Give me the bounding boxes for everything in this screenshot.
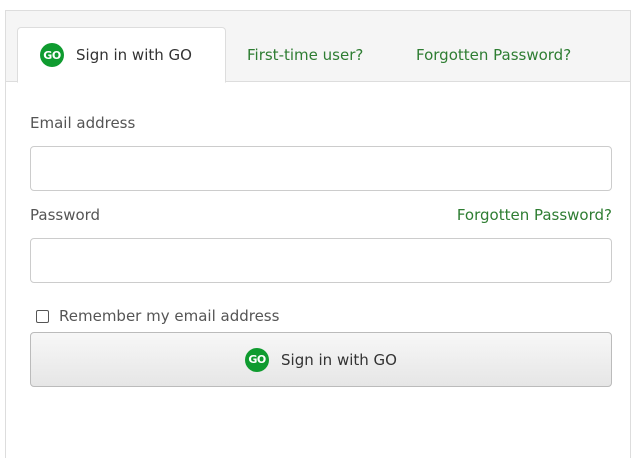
tab-sign-in-with-go[interactable]: GO Sign in with GO (17, 27, 226, 83)
tab-label: First-time user? (247, 46, 364, 64)
tab-label: Forgotten Password? (416, 46, 572, 64)
tab-first-time-user[interactable]: First-time user? (247, 27, 363, 83)
email-label: Email address (30, 114, 136, 132)
password-field[interactable] (30, 238, 612, 283)
sign-in-button[interactable]: GO Sign in with GO (30, 332, 612, 387)
email-field[interactable] (30, 146, 612, 191)
tab-forgotten-password[interactable]: Forgotten Password? (416, 27, 571, 83)
tab-label: Sign in with GO (76, 46, 192, 64)
password-label: Password (30, 206, 101, 224)
remember-label[interactable]: Remember my email address (59, 307, 279, 325)
forgotten-password-link[interactable]: Forgotten Password? (457, 206, 612, 224)
sign-in-panel: GO Sign in with GO First-time user? Forg… (5, 10, 631, 458)
sign-in-button-label: Sign in with GO (281, 350, 397, 369)
go-logo-icon: GO (40, 43, 64, 67)
go-logo-icon: GO (245, 347, 270, 372)
tab-bar: GO Sign in with GO First-time user? Forg… (6, 11, 630, 83)
remember-row: Remember my email address (36, 307, 279, 325)
remember-checkbox[interactable] (36, 309, 49, 323)
